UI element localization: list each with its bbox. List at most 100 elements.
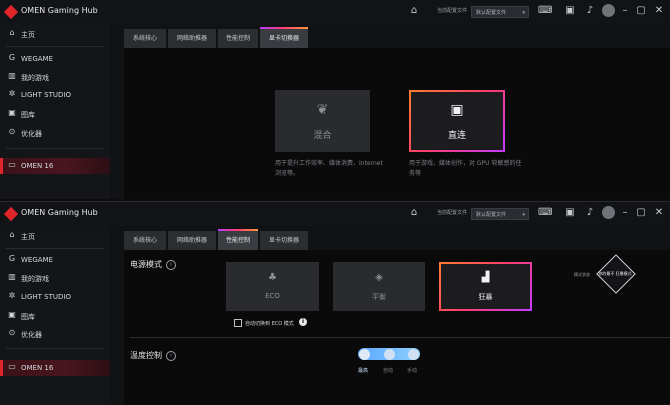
light-icon: ✲ (8, 89, 16, 98)
bell-icon[interactable]: ♪ (583, 4, 597, 18)
leaf-icon: ♣ (268, 272, 277, 283)
config-select[interactable]: 默认配置文件 ▾ (471, 208, 529, 220)
badge-label: 模式状态 (574, 272, 590, 277)
temp-level-label: 最高 (358, 368, 369, 374)
title-bar: OMEN Gaming Hub ⌂ 当前配置文件 默认配置文件 ▾ ⌨ ▣ ♪ … (0, 0, 670, 24)
sidebar-item-wegame[interactable]: G WEGAME (0, 252, 110, 268)
laptop-icon: ▭ (8, 362, 16, 371)
window-icon[interactable]: ▣ (563, 206, 577, 220)
minimize-icon[interactable]: – (618, 206, 632, 220)
avatar[interactable] (602, 206, 615, 219)
power-card-eco[interactable]: ♣ ECO (226, 262, 319, 311)
divider (6, 348, 104, 349)
sidebar-item-label: 优化器 (21, 130, 42, 138)
tab-network-booster[interactable]: 网络助推器 (168, 29, 216, 48)
home-icon[interactable]: ⌂ (407, 4, 421, 18)
sidebar-item-light-studio[interactable]: ✲ LIGHT STUDIO (0, 87, 110, 103)
sidebar-item-label: OMEN 16 (21, 162, 54, 170)
sidebar-item-light-studio[interactable]: ✲ LIGHT STUDIO (0, 289, 110, 305)
balance-icon: ◈ (375, 272, 383, 283)
slider-stop[interactable] (384, 349, 395, 360)
controller-icon[interactable]: ⌨ (538, 4, 552, 18)
auto-eco-checkbox[interactable] (234, 319, 242, 327)
temp-control-title-text: 温度控制 (130, 351, 162, 360)
config-select-value: 默认配置文件 (476, 212, 507, 218)
info-icon[interactable]: i (166, 260, 176, 270)
sidebar-item-label: 图库 (21, 111, 35, 119)
tab-network-booster[interactable]: 网络助推器 (168, 231, 216, 250)
tab-performance-control[interactable]: 性能控制 (218, 229, 258, 250)
wegame-icon: G (8, 53, 16, 62)
tab-gpu-switcher[interactable]: 显卡切换器 (260, 231, 308, 250)
info-icon[interactable]: i (299, 318, 307, 326)
home-icon[interactable]: ⌂ (407, 206, 421, 220)
active-indicator (0, 360, 3, 376)
controller-icon[interactable]: ⌨ (538, 206, 552, 220)
temp-slider[interactable] (358, 348, 420, 360)
power-mode-title: 电源模式 i (130, 259, 176, 270)
sidebar-item-gallery[interactable]: ▣ 图库 (0, 106, 110, 122)
power-card-balanced[interactable]: ◈ 平衡 (333, 262, 425, 311)
close-icon[interactable]: ✕ (652, 4, 666, 18)
performance-icon: ▟ (481, 272, 490, 283)
gpu-switcher-panel: ❦ 混合 用于提升工作效率、媒体消费、Internet 浏览等。 ▣ 直连 用于… (124, 48, 670, 199)
sidebar-item-device[interactable]: ▭ OMEN 16 (0, 158, 110, 174)
avatar[interactable] (602, 4, 615, 17)
sidebar-item-device[interactable]: ▭ OMEN 16 (0, 360, 110, 376)
config-label: 当前配置文件 (437, 210, 468, 216)
optimizer-icon: ⊙ (8, 328, 16, 337)
tab-system-core[interactable]: 系统核心 (124, 231, 166, 250)
slider-handle[interactable] (359, 349, 370, 360)
tab-gpu-switcher[interactable]: 显卡切换器 (260, 27, 308, 48)
library-icon: ▥ (8, 272, 16, 281)
gallery-icon: ▣ (8, 310, 16, 319)
divider (6, 248, 104, 249)
omen-logo-icon (3, 4, 19, 20)
temp-level-label: 手动 (407, 368, 418, 374)
mode-description: 用于提升工作效率、媒体消费、Internet 浏览等。 (275, 160, 383, 177)
sidebar-item-label: LIGHT STUDIO (21, 293, 71, 301)
omen-logo-icon (3, 206, 19, 222)
temp-level-label: 自动 (383, 368, 394, 374)
sidebar-item-optimizer[interactable]: ⊙ 优化器 (0, 125, 110, 141)
sidebar-item-gallery[interactable]: ▣ 图库 (0, 308, 110, 324)
tab-performance-control[interactable]: 性能控制 (218, 29, 258, 48)
config-select-value: 默认配置文件 (476, 10, 507, 16)
sidebar-item-optimizer[interactable]: ⊙ 优化器 (0, 326, 110, 342)
sidebar-item-label: WEGAME (21, 55, 54, 63)
maximize-icon[interactable]: ▢ (634, 206, 648, 220)
bell-icon[interactable]: ♪ (583, 206, 597, 220)
divider (6, 46, 104, 47)
slider-stop[interactable] (408, 349, 419, 360)
app-title: OMEN Gaming Hub (21, 208, 98, 217)
power-mode-title-text: 电源模式 (130, 260, 162, 269)
minimize-icon[interactable]: – (618, 4, 632, 18)
gallery-icon: ▣ (8, 108, 16, 117)
sidebar-item-label: 主页 (21, 233, 35, 241)
maximize-icon[interactable]: ▢ (634, 4, 648, 18)
close-icon[interactable]: ✕ (652, 206, 666, 220)
sidebar: ⌂ 主页 G WEGAME ▥ 我的游戏 ✲ LIGHT STUDIO ▣ 图库… (0, 226, 110, 405)
config-label: 当前配置文件 (437, 8, 468, 14)
power-card-performance[interactable]: ▟ 狂暴 (439, 262, 532, 311)
home-icon: ⌂ (9, 230, 15, 239)
info-icon[interactable]: i (166, 351, 176, 361)
mode-card-hybrid[interactable]: ❦ 混合 (275, 90, 370, 152)
window-icon[interactable]: ▣ (563, 4, 577, 18)
app-window-performance-control: OMEN Gaming Hub ⌂ 当前配置文件 默认配置文件 ▾ ⌨ ▣ ♪ … (0, 201, 670, 405)
mode-card-direct[interactable]: ▣ 直连 (409, 90, 505, 152)
chevron-down-icon: ▾ (522, 212, 525, 218)
main-content: 系统核心 网络助推器 性能控制 显卡切换器 电源模式 i ♣ ECO ◈ 平衡 ▟… (124, 226, 670, 405)
sidebar-item-my-games[interactable]: ▥ 我的游戏 (0, 69, 110, 85)
config-select[interactable]: 默认配置文件 ▾ (471, 6, 529, 18)
tab-system-core[interactable]: 系统核心 (124, 29, 166, 48)
library-icon: ▥ (8, 71, 16, 80)
sidebar-item-home[interactable]: ⌂ 主页 (0, 228, 110, 244)
monitor-icon: ▣ (450, 102, 464, 118)
mode-label: 平衡 (372, 293, 386, 301)
sidebar-item-home[interactable]: ⌂ 主页 (0, 26, 110, 42)
sidebar-item-wegame[interactable]: G WEGAME (0, 51, 110, 67)
sidebar-item-label: WEGAME (21, 256, 54, 264)
divider (6, 148, 104, 149)
sidebar-item-my-games[interactable]: ▥ 我的游戏 (0, 270, 110, 286)
